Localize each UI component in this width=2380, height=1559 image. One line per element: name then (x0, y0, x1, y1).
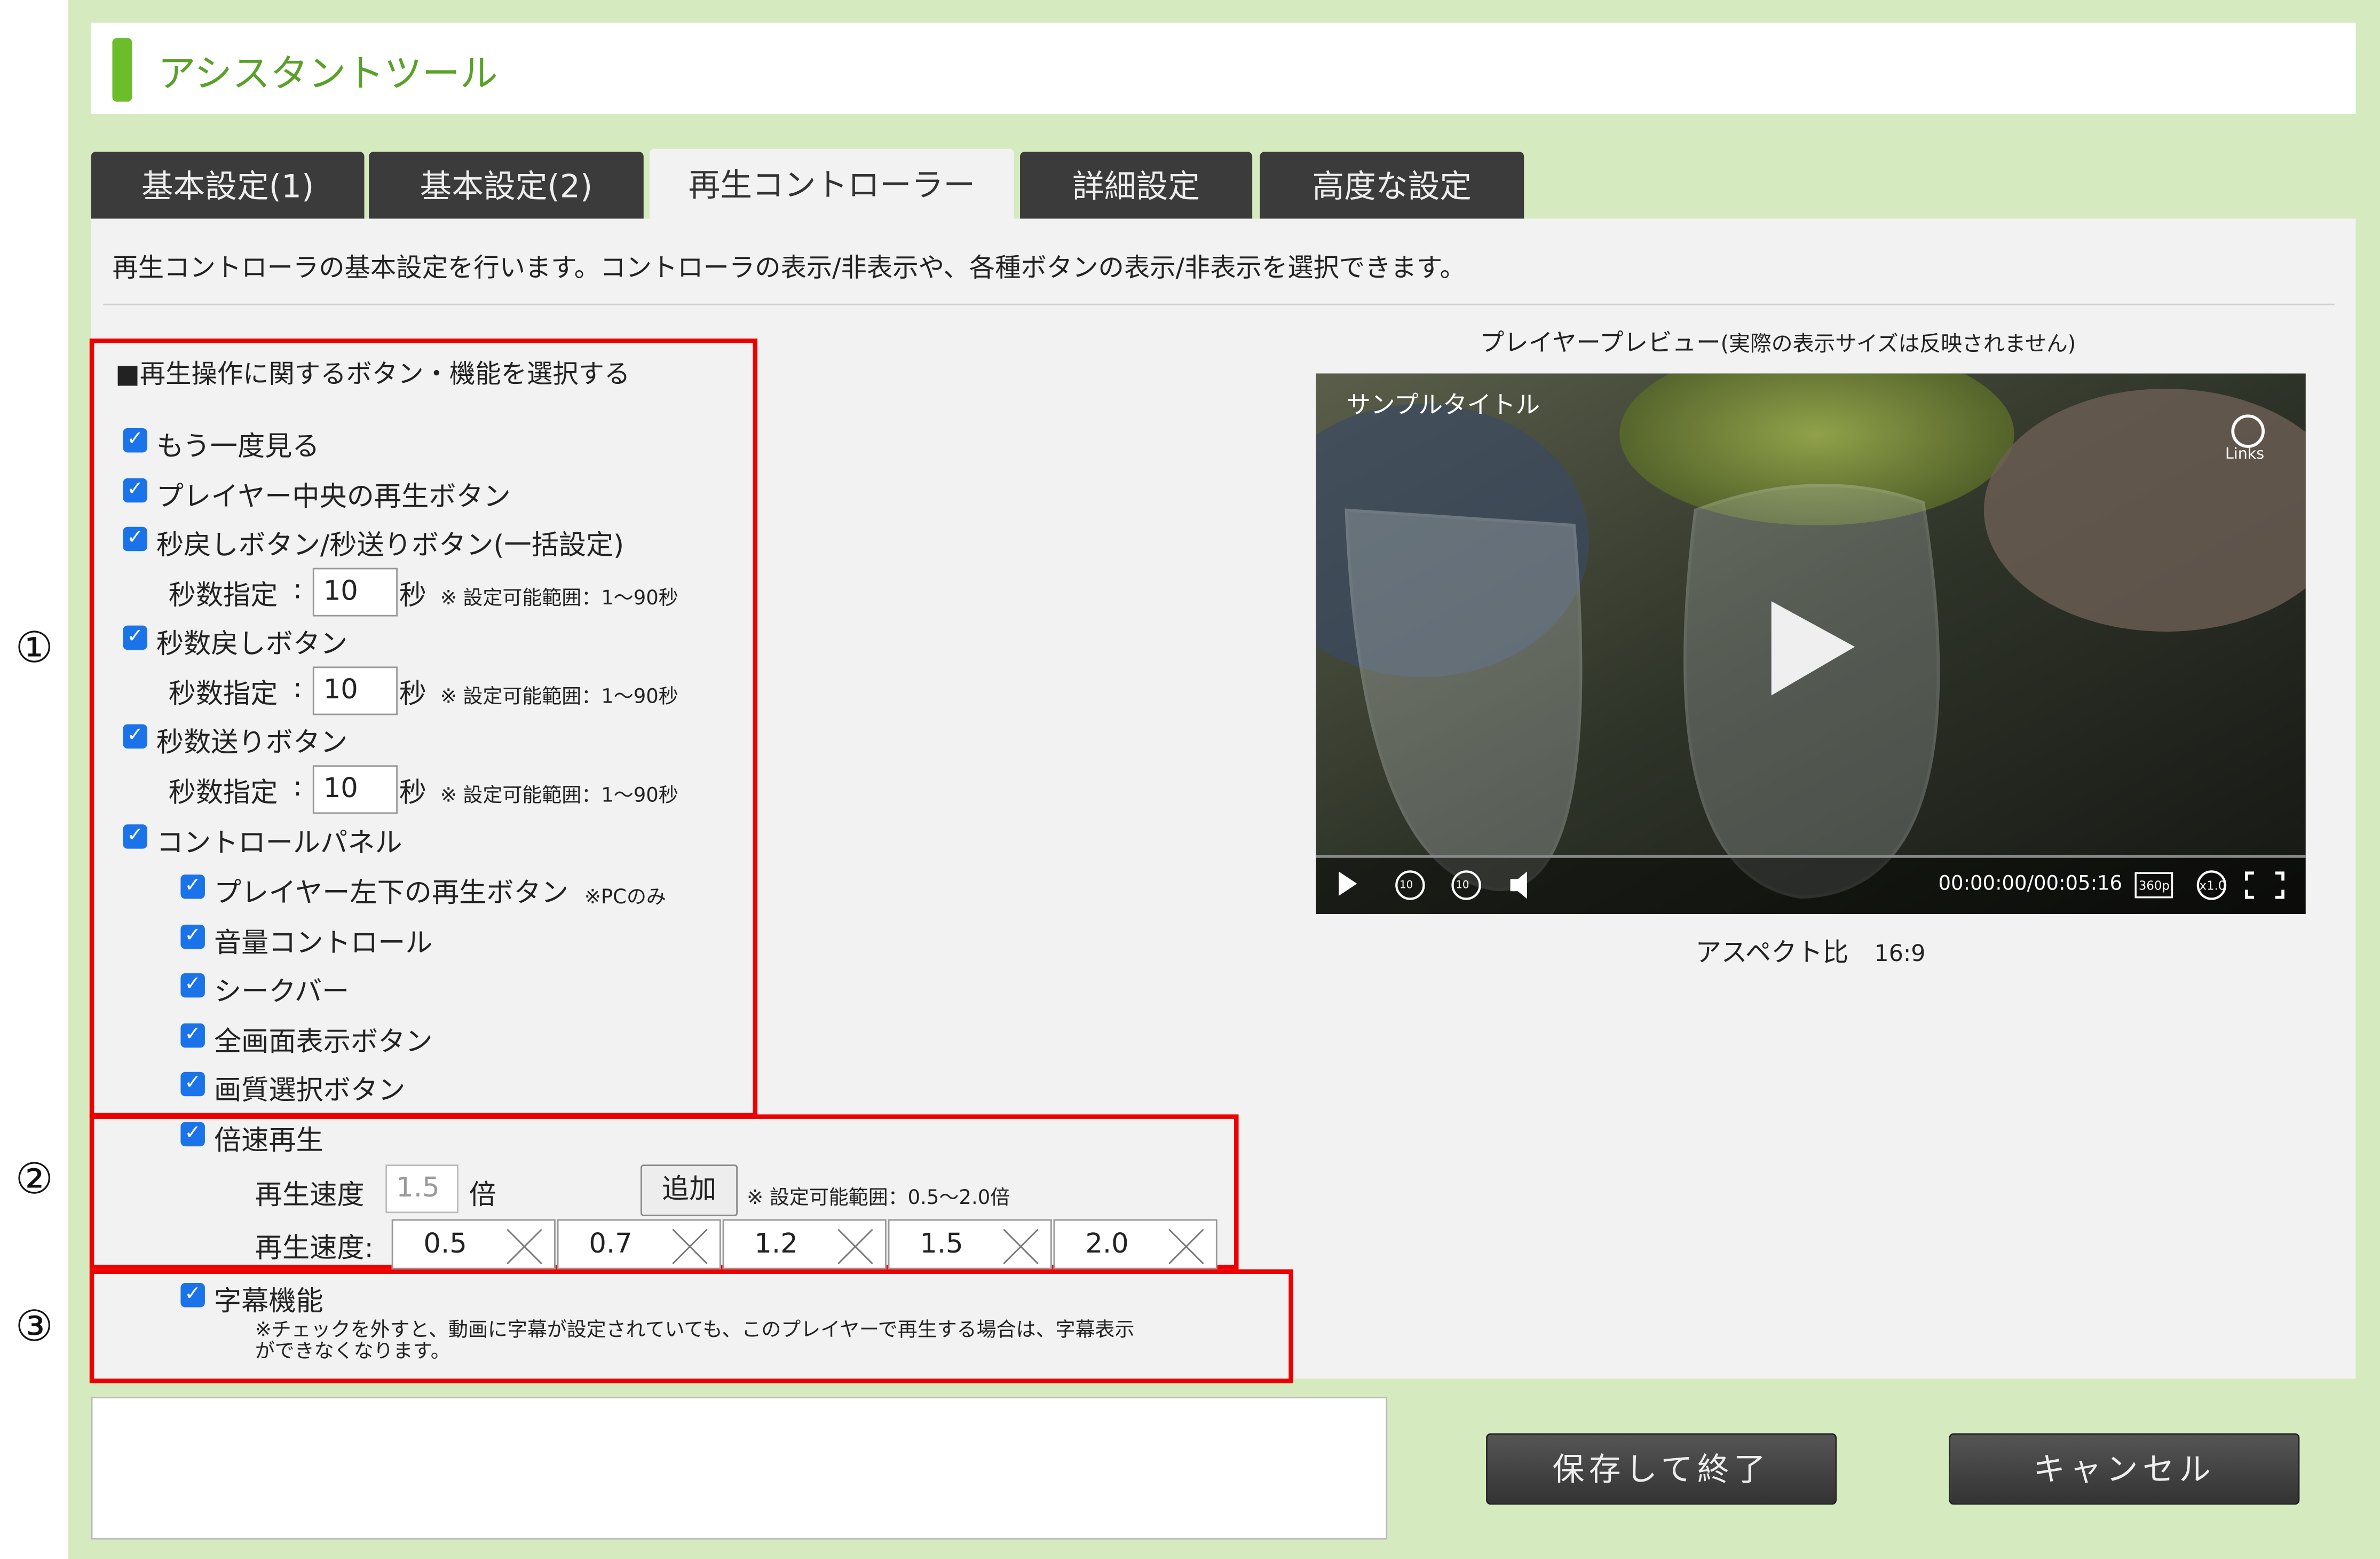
quality-label: 360p (2138, 879, 2170, 893)
seconds-range-note: ※ 設定可能範囲：1～90秒 (440, 785, 678, 808)
quality-label: 画質選択ボタン (214, 1075, 406, 1107)
skip-both-label: 秒戻しボタン/秒送りボタン(一括設定) (156, 530, 624, 562)
remove-speed-icon[interactable] (505, 1225, 545, 1265)
seconds-unit: 秒 (399, 777, 427, 809)
video-title: サンプルタイトル (1346, 390, 1540, 419)
page: アシスタントツール 基本設定(1) 基本設定(2) 再生コントローラー 詳細設定… (0, 0, 2380, 1559)
tab-playback-controller[interactable]: 再生コントローラー (650, 148, 1014, 219)
remove-speed-icon[interactable] (836, 1225, 876, 1265)
aspect-ratio-label: アスペクト比 (1695, 938, 1849, 969)
cancel-button[interactable]: キャンセル (1949, 1433, 2300, 1505)
aspect-ratio: アスペクト比 16:9 (1696, 931, 1926, 969)
speed-input[interactable]: 1.5 (385, 1164, 458, 1214)
speed-chip-value: 2.0 (1085, 1228, 1129, 1261)
fullscreen-checkbox[interactable]: ✓ (180, 1023, 205, 1048)
speed-label: 再生速度 (255, 1179, 365, 1212)
preview-label-text: プレイヤープレビュー (1480, 328, 1721, 357)
preview-label-note: (実際の表示サイズは反映されません) (1720, 332, 2076, 357)
tab-basic-settings-1[interactable]: 基本設定(1) (91, 152, 365, 219)
annotation-marker-1: ① (15, 622, 53, 673)
speed-range-note: ※ 設定可能範囲：0.5～2.0倍 (747, 1187, 1010, 1210)
remove-speed-icon[interactable] (1167, 1225, 1207, 1265)
header: アシスタントツール (91, 22, 2356, 114)
speed-playback-label: 倍速再生 (214, 1125, 323, 1157)
center-play-checkbox[interactable]: ✓ (123, 478, 147, 503)
skip-forward-label: 秒数送りボタン (156, 727, 348, 759)
center-play-label: プレイヤー中央の再生ボタン (156, 481, 511, 514)
pc-only-note: ※PCのみ (584, 886, 666, 910)
divider (103, 303, 2335, 305)
speed-chip: 2.0 (1053, 1219, 1217, 1270)
subtitles-label: 字幕機能 (214, 1286, 323, 1318)
add-speed-button[interactable]: 追加 (641, 1164, 738, 1216)
seconds-range-note: ※ 設定可能範囲：1～90秒 (440, 686, 678, 710)
speed-chip: 0.5 (391, 1219, 556, 1270)
page-title: アシスタントツール (157, 51, 498, 96)
bottom-left-play-label: プレイヤー左下の再生ボタン (214, 877, 568, 910)
rewind-seconds: 10 (1399, 879, 1413, 892)
save-and-exit-button[interactable]: 保存して終了 (1486, 1433, 1837, 1505)
speed-chip-value: 0.5 (423, 1228, 467, 1261)
remove-speed-icon[interactable] (671, 1225, 710, 1265)
colon-separator: : (292, 672, 303, 705)
replay-label: もう一度見る (156, 431, 320, 463)
time-display: 00:00:00/00:05:16 (1938, 873, 2123, 896)
speed-chip-value: 1.2 (754, 1228, 798, 1261)
skip-both-checkbox[interactable]: ✓ (123, 526, 147, 552)
remove-speed-icon[interactable] (1002, 1225, 1041, 1265)
colon-separator: : (292, 771, 303, 804)
speed-list-label: 再生速度: (255, 1233, 374, 1265)
annotation-marker-3: ③ (15, 1301, 53, 1351)
links-label[interactable]: Links (2225, 446, 2264, 463)
speed-chip: 1.2 (722, 1219, 887, 1270)
section-heading: ■再生操作に関するボタン・機能を選択する (115, 359, 630, 390)
volume-checkbox[interactable]: ✓ (180, 924, 205, 949)
fullscreen-label: 全画面表示ボタン (214, 1026, 433, 1059)
message-area (91, 1397, 1388, 1540)
panel-description: 再生コントローラの基本設定を行います。コントローラの表示/非表示や、各種ボタンの… (112, 253, 1466, 284)
annotation-marker-2: ② (15, 1154, 53, 1204)
seconds-label: 秒数指定 (168, 777, 278, 809)
subtitles-checkbox[interactable]: ✓ (180, 1283, 205, 1308)
skip-forward-seconds-input[interactable]: 10 (312, 765, 398, 814)
seekbar-label: シークバー (214, 976, 350, 1009)
colon-separator: : (292, 573, 303, 606)
tab-detail-settings[interactable]: 詳細設定 (1020, 152, 1253, 219)
volume-label: 音量コントロール (214, 927, 433, 960)
seekbar-checkbox[interactable]: ✓ (180, 973, 205, 998)
skip-back-checkbox[interactable]: ✓ (123, 625, 147, 650)
preview-label: プレイヤープレビュー(実際の表示サイズは反映されません) (1480, 322, 2076, 358)
subtitles-note: ※チェックを外すと、動画に字幕が設定されていても、このプレイヤーで再生する場合は… (255, 1319, 1135, 1364)
title-accent-bar (112, 38, 132, 102)
skip-back-label: 秒数戻しボタン (156, 628, 348, 661)
speed-chip-value: 1.5 (920, 1228, 963, 1261)
quality-checkbox[interactable]: ✓ (180, 1072, 205, 1097)
tab-advanced-settings[interactable]: 高度な設定 (1260, 152, 1524, 219)
seconds-unit: 秒 (399, 580, 427, 612)
tab-basic-settings-2[interactable]: 基本設定(2) (369, 152, 644, 219)
bottom-left-play-checkbox[interactable]: ✓ (180, 875, 205, 899)
control-panel-label: コントロールパネル (156, 827, 402, 860)
video-player-preview[interactable]: サンプルタイトル Links 10 10 00:00:00/00:05:16 3… (1316, 373, 2306, 914)
speed-playback-checkbox[interactable]: ✓ (180, 1122, 205, 1147)
speed-chip: 0.7 (557, 1219, 721, 1270)
aspect-ratio-value: 16:9 (1874, 940, 1926, 967)
skip-both-seconds-input[interactable]: 10 (312, 568, 398, 617)
subtitles-note-line: ができなくなります。 (255, 1341, 450, 1364)
video-frame-image (1316, 373, 2306, 914)
seconds-range-note: ※ 設定可能範囲：1～90秒 (440, 587, 678, 611)
speed-chip-value: 0.7 (589, 1228, 632, 1261)
speed-chip: 1.5 (888, 1219, 1052, 1270)
skip-forward-checkbox[interactable]: ✓ (123, 724, 147, 749)
speed-unit: 倍 (469, 1179, 496, 1212)
seconds-label: 秒数指定 (168, 580, 278, 612)
subtitles-note-line: ※チェックを外すと、動画に字幕が設定されていても、このプレイヤーで再生する場合は… (255, 1319, 1135, 1342)
control-panel-checkbox[interactable]: ✓ (123, 824, 147, 849)
forward-seconds: 10 (1456, 879, 1469, 892)
seconds-label: 秒数指定 (168, 679, 278, 711)
replay-checkbox[interactable]: ✓ (123, 428, 147, 453)
skip-back-seconds-input[interactable]: 10 (312, 666, 398, 715)
seconds-unit: 秒 (399, 679, 427, 711)
speed-label: x1.0 (2199, 879, 2226, 893)
